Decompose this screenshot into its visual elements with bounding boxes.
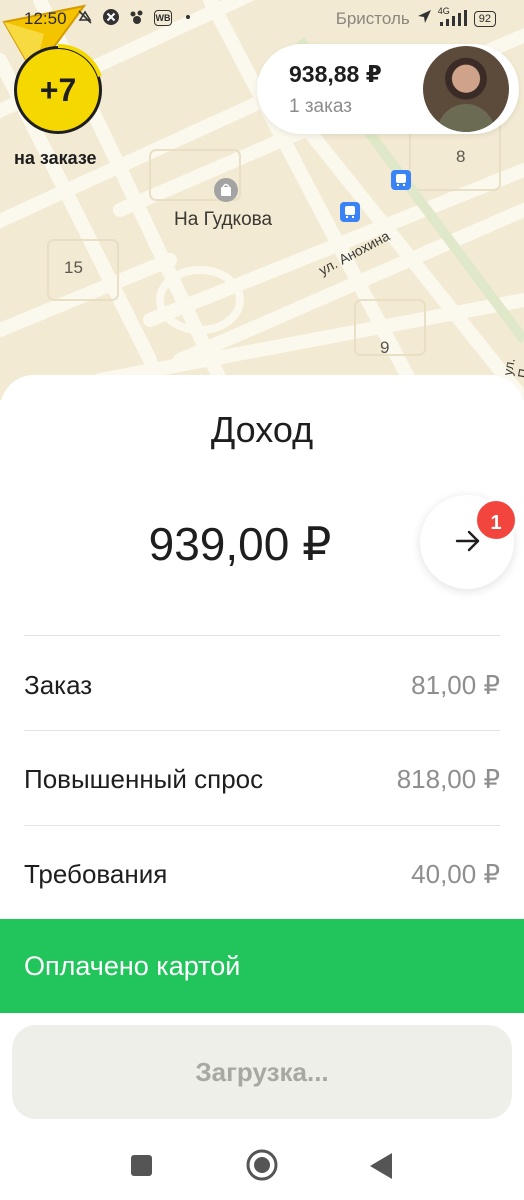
- loading-button-label: Загрузка...: [195, 1057, 329, 1087]
- counter-caption: на заказе: [14, 148, 97, 168]
- bus-stop-icon[interactable]: [391, 170, 411, 190]
- map-building-number: 15: [64, 258, 83, 277]
- avatar-body: [437, 104, 495, 132]
- divider: [24, 635, 500, 636]
- location-arrow-icon: [416, 8, 432, 29]
- balance-card[interactable]: 938,88 ₽ 1 заказ: [257, 44, 519, 134]
- sheet-title: Доход: [210, 409, 314, 450]
- row-value: 818,00 ₽: [396, 764, 500, 794]
- map-building-number: 8: [456, 147, 466, 166]
- payment-status-banner: Оплачено картой: [0, 919, 524, 1013]
- signal-icon: 4G: [438, 6, 468, 28]
- income-total: 939,00 ₽: [148, 518, 332, 570]
- row-label: Повышенный спрос: [24, 764, 264, 794]
- row-value: 81,00 ₽: [411, 670, 500, 700]
- counter-value: +7: [39, 72, 77, 108]
- status-bar: 12:50 WB Бристоль 4G 92: [0, 0, 524, 38]
- income-row-surge: Повышенный спрос 818,00 ₽: [24, 731, 500, 825]
- more-notifications-dot: [186, 15, 190, 19]
- notification-badge: 1: [474, 498, 518, 542]
- silent-icon: [76, 8, 94, 26]
- loading-button[interactable]: Загрузка...: [12, 1025, 512, 1119]
- status-notification-icons: WB: [76, 8, 190, 26]
- income-row-order: Заказ 81,00 ₽: [24, 637, 500, 731]
- home-button[interactable]: [246, 1149, 278, 1186]
- row-value: 40,00 ₽: [411, 859, 500, 889]
- battery-icon: 92: [473, 10, 496, 27]
- row-label: Заказ: [24, 670, 93, 700]
- avatar[interactable]: [423, 46, 509, 132]
- status-time: 12:50: [24, 9, 67, 28]
- activity-counter[interactable]: +7: [12, 44, 104, 136]
- paw-icon: [128, 8, 146, 26]
- income-sheet: Доход 939,00 ₽ 1 Заказ 81,00 ₽ Повышенны…: [0, 375, 524, 1200]
- recent-apps-button[interactable]: [130, 1154, 154, 1183]
- row-label: Требования: [24, 859, 168, 889]
- payment-status-label: Оплачено картой: [24, 951, 241, 981]
- screen: 8 15 9 На Гудкова ул. Анохина ул. П 12:5…: [0, 0, 524, 1200]
- wb-app-icon: WB: [154, 9, 172, 26]
- x-circle-icon: [102, 8, 120, 26]
- shopping-bag-icon[interactable]: [214, 178, 238, 202]
- status-city: Бристоль: [335, 8, 410, 28]
- back-button[interactable]: [368, 1152, 394, 1185]
- map-place-name[interactable]: На Гудкова: [174, 209, 272, 231]
- income-row-requirements: Требования 40,00 ₽: [24, 826, 500, 920]
- balance-orders: 1 заказ: [289, 96, 352, 117]
- map-building-number: 9: [380, 338, 390, 357]
- system-nav-bar: [0, 1140, 524, 1190]
- bus-stop-icon[interactable]: [340, 202, 360, 222]
- balance-amount: 938,88 ₽: [289, 61, 382, 87]
- status-right: Бристоль 4G 92: [335, 6, 496, 29]
